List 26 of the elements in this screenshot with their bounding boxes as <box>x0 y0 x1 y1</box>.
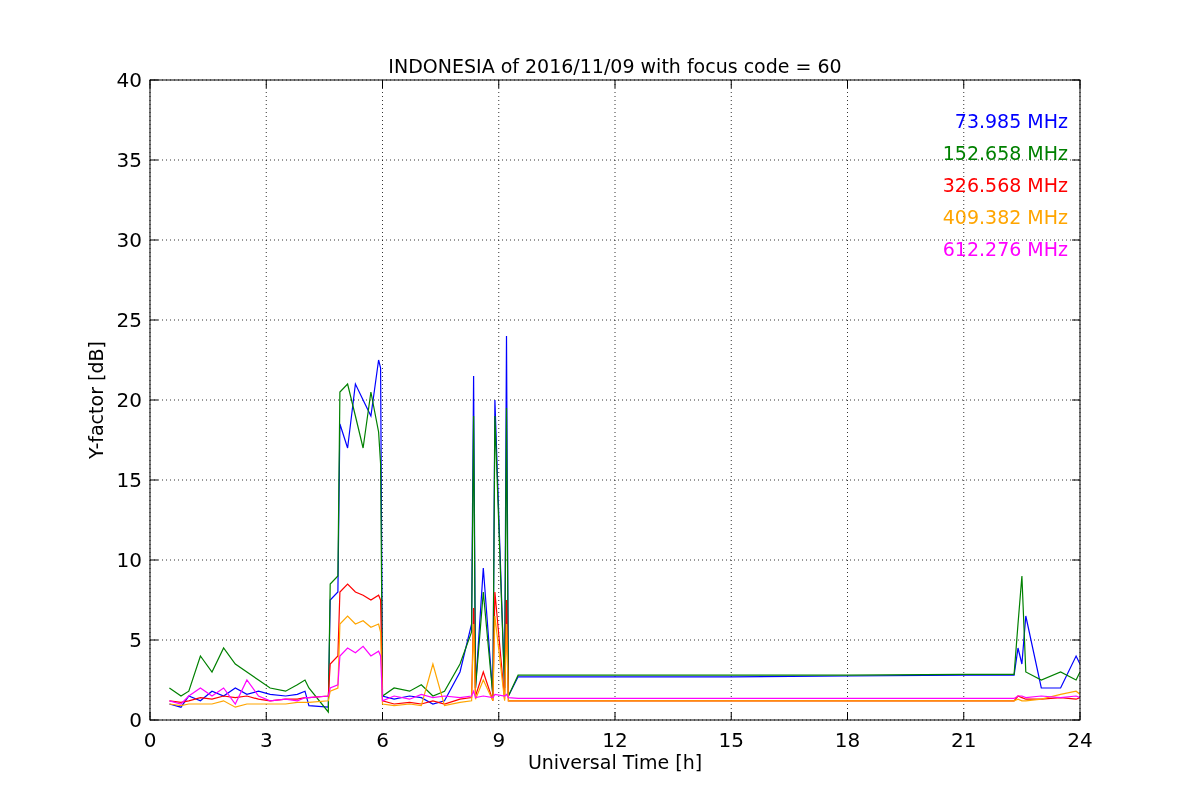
tick-label: 6 <box>376 728 389 752</box>
tick-label: 12 <box>602 728 628 752</box>
tick-label: 15 <box>116 468 142 492</box>
tick-label: 0 <box>143 728 157 752</box>
tick-label: 0 <box>129 708 142 732</box>
axis-label: Universal Time [h] <box>527 751 703 773</box>
tick-label: 35 <box>116 148 142 172</box>
chart-title: INDONESIA of 2016/11/09 with focus code = 60 <box>388 55 842 77</box>
tick-label: 15 <box>718 728 744 752</box>
legend-label: 73.985 MHz <box>954 110 1068 132</box>
legend-label: 152.658 MHz <box>942 142 1068 164</box>
tick-label: 3 <box>259 728 273 752</box>
tick-label: 30 <box>116 228 142 252</box>
tick-label: 24 <box>1067 728 1093 752</box>
legend-label: 326.568 MHz <box>942 174 1068 196</box>
tick-label: 5 <box>129 628 142 652</box>
legend-label: 409.382 MHz <box>942 206 1068 228</box>
tick-label: 18 <box>834 728 861 752</box>
axis-label: Y-factor [dB] <box>85 341 107 459</box>
tick-label: 10 <box>116 548 142 572</box>
tick-label: 25 <box>116 308 142 332</box>
legend-label: 612.276 MHz <box>942 238 1068 260</box>
tick-label: 9 <box>492 728 506 752</box>
tick-label: 40 <box>116 68 142 92</box>
tick-label: 21 <box>951 728 977 752</box>
tick-label: 20 <box>116 388 142 412</box>
